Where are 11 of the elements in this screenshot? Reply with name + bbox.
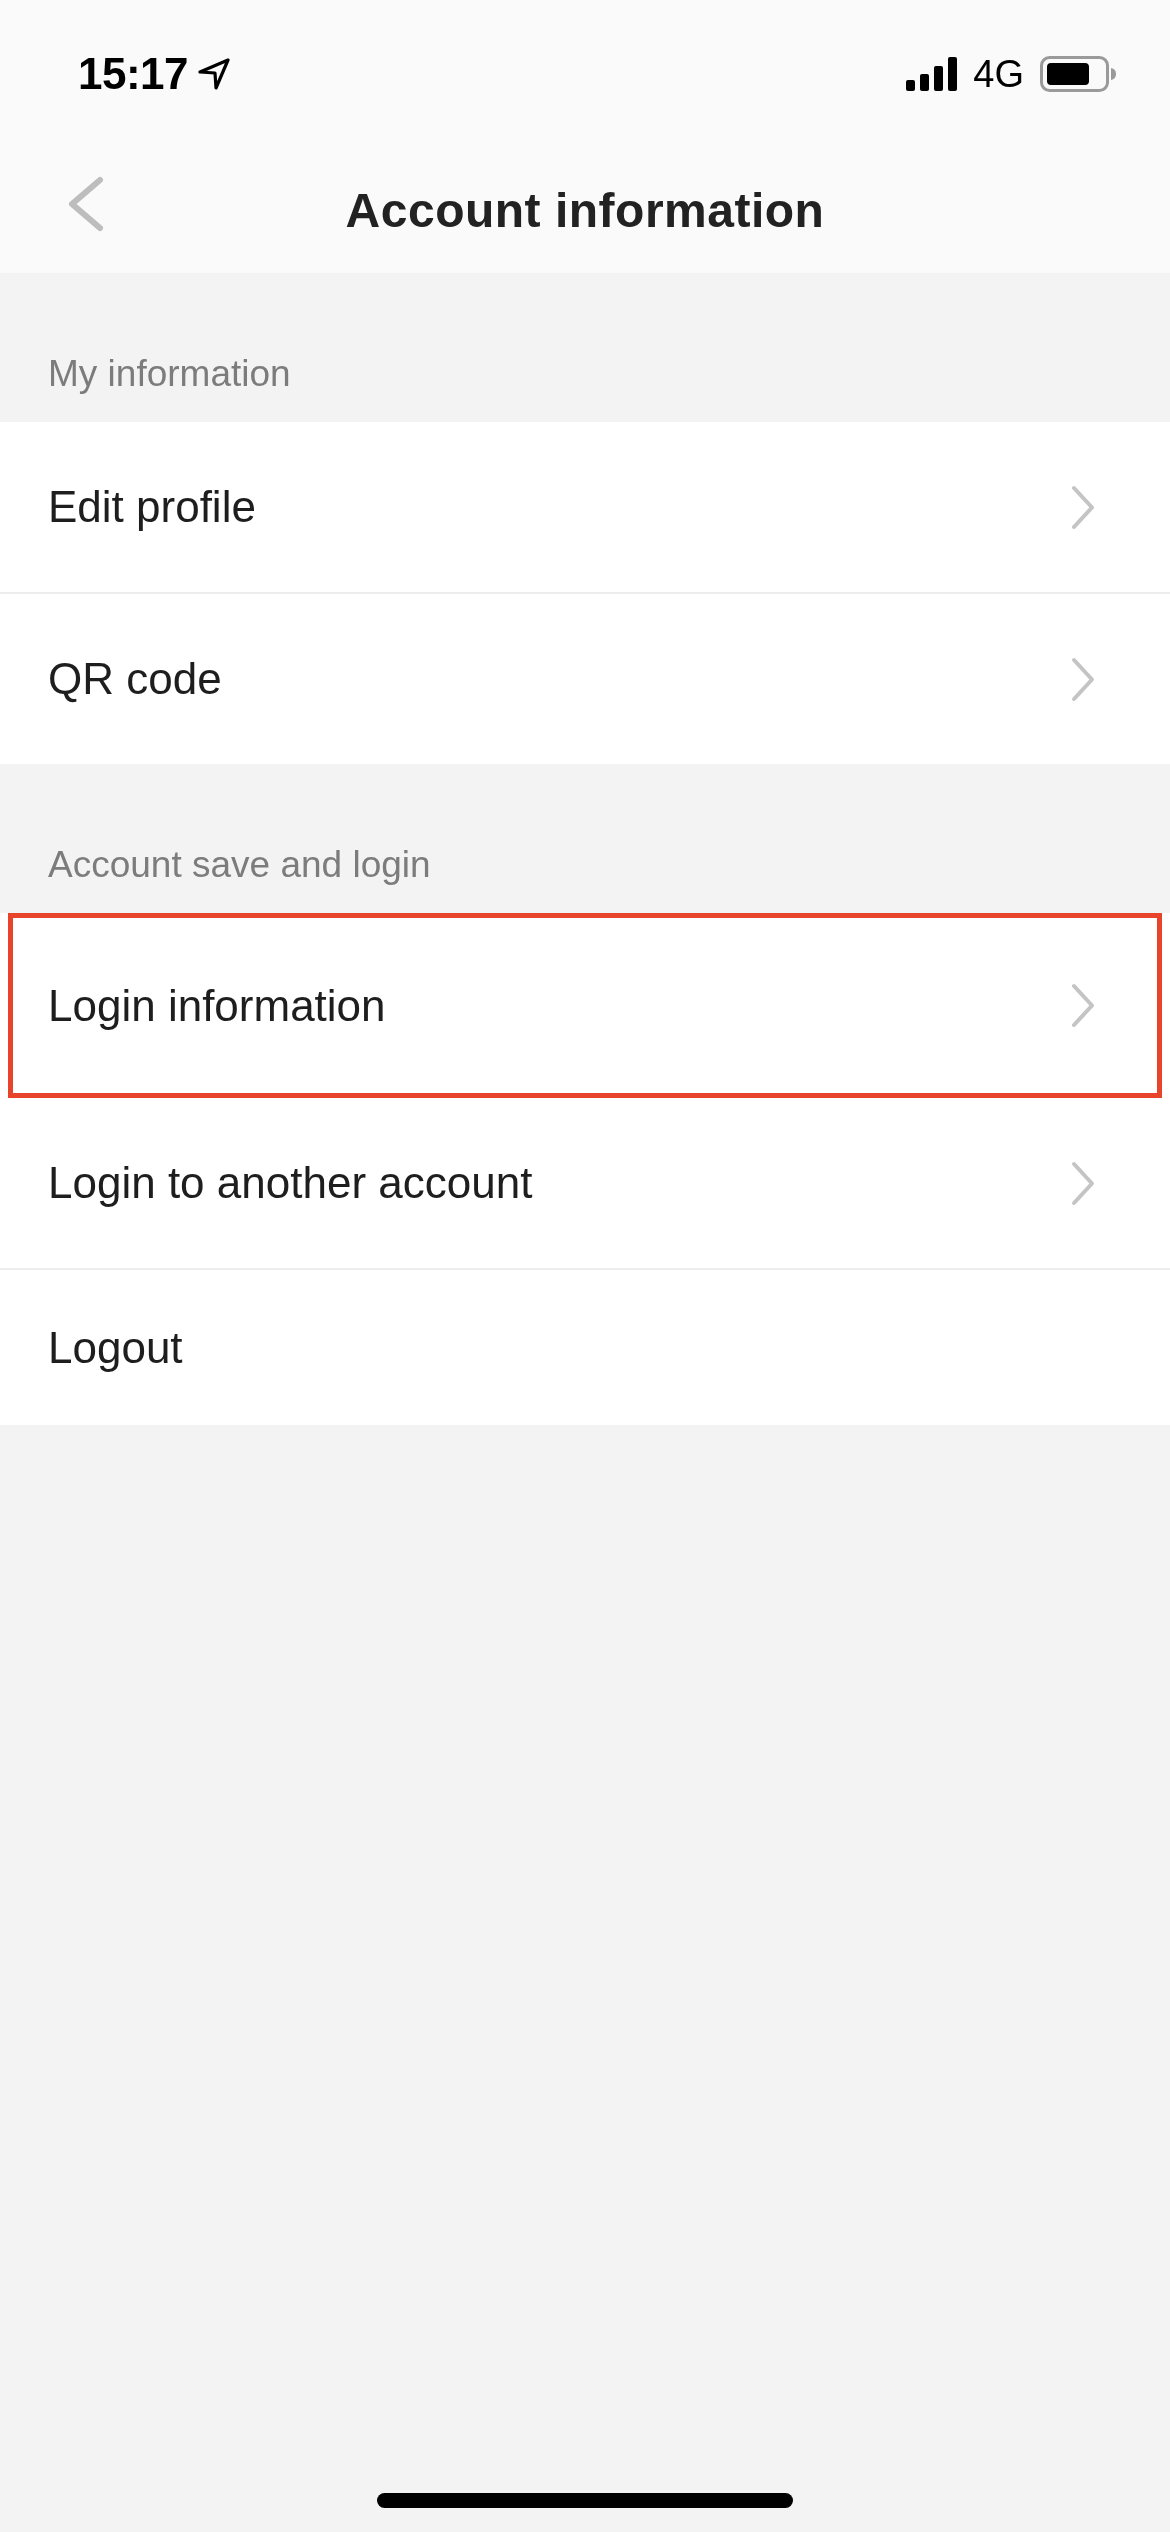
back-button[interactable]	[66, 176, 104, 232]
signal-icon	[906, 57, 958, 91]
status-time: 15:17	[78, 52, 189, 96]
settings-row[interactable]: Login information	[8, 913, 1162, 1098]
chevron-left-icon	[66, 176, 104, 232]
location-arrow-icon	[198, 58, 231, 90]
section-header: My information	[48, 353, 291, 395]
battery-icon	[1040, 56, 1116, 92]
page-title: Account information	[345, 186, 825, 235]
network-label: 4G	[973, 55, 1024, 93]
section-header: Account save and login	[48, 844, 431, 886]
